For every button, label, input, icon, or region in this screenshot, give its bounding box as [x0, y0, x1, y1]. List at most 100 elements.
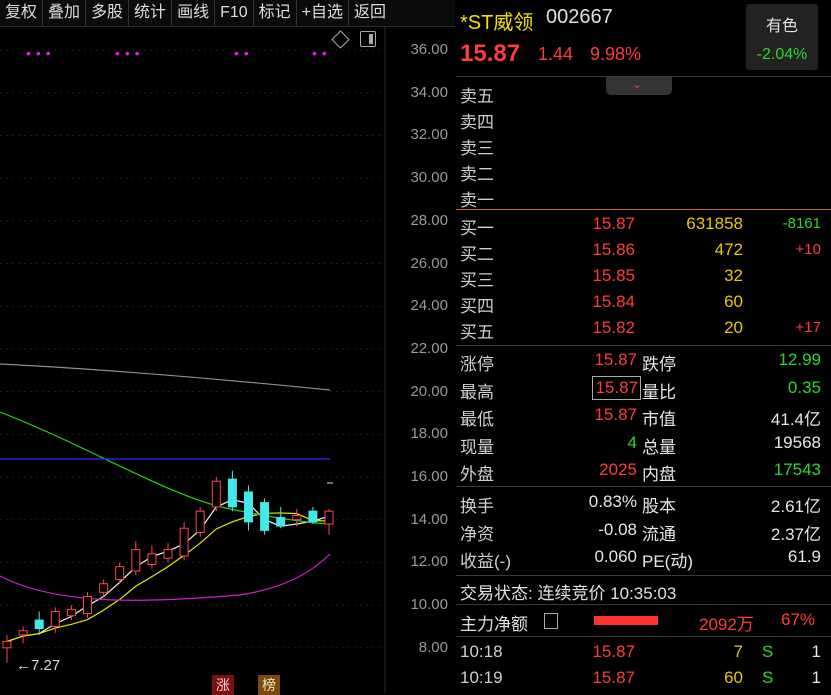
fundamentals-row: 净资 -0.08 流通 2.37亿	[456, 518, 831, 544]
low-price-label: ←7.27	[16, 657, 61, 674]
price-axis-tick: 30.00	[410, 169, 448, 187]
stats-row: 涨停 15.87 跌停 12.99	[456, 348, 831, 374]
toolbar-fuquan-button[interactable]: 复权	[0, 0, 44, 26]
sector-button[interactable]: 有色 -2.04%	[746, 4, 818, 70]
fundamental-label: PE(动)	[642, 552, 693, 571]
bid-volume: 60	[724, 292, 743, 311]
tick-row: 10:18 15.87 7 S 1	[456, 640, 831, 666]
stat-label: 现量	[460, 437, 494, 457]
bid-row[interactable]: 买三 15.85 32	[456, 264, 831, 290]
candle-body	[131, 549, 141, 572]
price-axis-tick: 8.00	[418, 638, 448, 656]
toolbar-f10-button[interactable]: F10	[215, 0, 254, 26]
stat-label: 涨停	[460, 355, 494, 374]
tick-price: 15.87	[592, 668, 635, 687]
stat-label: 最低	[460, 410, 494, 429]
bid-level-label: 买二	[460, 245, 494, 264]
toolbar-back-button[interactable]: 返回	[349, 0, 391, 26]
main-flow-bar	[594, 616, 658, 625]
price-axis-tick: 26.00	[410, 254, 448, 272]
bid-row[interactable]: 买五 15.82 20 +17	[456, 316, 831, 342]
candle-body	[50, 611, 60, 627]
candle-body	[115, 566, 125, 580]
bid-price: 15.86	[592, 240, 635, 259]
stat-value: 12.99	[778, 350, 821, 369]
tick-row: 10:19 15.87 60 S 1	[456, 666, 831, 692]
ma250-line	[0, 363, 331, 391]
kline-chart[interactable]: ••• ••• ••• ••• 36.00 34.00 32.00 30.00 28.0…	[0, 27, 456, 695]
bid-row[interactable]: 买二 15.86 472 +10	[456, 238, 831, 264]
sector-pct: -2.04%	[756, 46, 808, 63]
ask-level-label: 卖一	[460, 191, 494, 210]
menu-icon[interactable]	[544, 613, 558, 629]
signal-dots: •••	[26, 45, 56, 61]
stat-label: 外盘	[460, 465, 494, 484]
price-axis-tick: 12.00	[410, 553, 448, 571]
fundamental-value: 0.83%	[588, 492, 637, 511]
stats-row: 外盘 2025 内盘 17543	[456, 458, 831, 484]
ask-row: 卖二	[456, 158, 831, 184]
ask-level-label: 卖三	[460, 139, 494, 158]
stat-value: 15.87	[594, 350, 637, 369]
bid-volume: 20	[724, 318, 743, 337]
bid-price: 15.85	[592, 266, 635, 285]
stat-value: 15.87	[592, 375, 641, 400]
candle-body	[66, 608, 76, 617]
toolbar-overlay-button[interactable]: 叠加	[43, 0, 87, 26]
tick-side: S	[762, 668, 774, 687]
price-axis-tick: 22.00	[410, 339, 448, 357]
stat-value: 4	[627, 432, 637, 452]
tick-volume: 60	[724, 668, 743, 687]
price-axis-tick: 18.00	[410, 425, 448, 443]
ask-row: 卖一	[456, 184, 831, 210]
tick-count: 1	[811, 642, 821, 661]
stats-row: 最低 15.87 市值 41.4亿	[456, 403, 831, 429]
bid-level-label: 买一	[460, 219, 494, 238]
ma60-line	[0, 553, 331, 601]
price-axis-tick: 10.00	[410, 596, 448, 614]
candle-body	[163, 549, 173, 559]
candle-body	[34, 619, 44, 630]
bid-row[interactable]: 买四 15.84 60	[456, 290, 831, 316]
toolbar-multi-stock-button[interactable]: 多股	[86, 0, 130, 26]
current-price: 15.87	[460, 40, 521, 67]
bid-level-label: 买五	[460, 323, 494, 342]
fundamental-value: 2.37亿	[770, 524, 821, 544]
fundamental-label: 净资	[460, 524, 494, 544]
tick-time: 10:18	[460, 642, 503, 661]
price-axis-tick: 36.00	[410, 41, 448, 58]
candle-body	[2, 640, 12, 649]
fundamental-value: -0.08	[598, 519, 637, 539]
bid-price: 15.87	[592, 214, 635, 233]
toolbar-add-watchlist-button[interactable]: +自选	[297, 0, 350, 26]
bid-row[interactable]: 买一 15.87 631858 -8161	[456, 212, 831, 238]
bid-price: 15.84	[592, 292, 635, 311]
price-change-pct: 9.98%	[590, 44, 642, 64]
stats-row: 现量 4 总量 19568	[456, 431, 831, 457]
trade-status: 交易状态: 连续竞价 10:35:03	[460, 584, 677, 603]
rank-list-tag[interactable]: 榜	[258, 675, 280, 695]
stat-label: 跌停	[642, 355, 676, 374]
ask-row: 卖五	[456, 80, 831, 106]
fundamental-label: 股本	[642, 497, 676, 516]
stat-value: 41.4亿	[770, 410, 821, 429]
panel-toggle-icon[interactable]	[360, 31, 376, 47]
tick-side: S	[762, 642, 774, 661]
bid-level-label: 买三	[460, 271, 494, 290]
bid-volume: 631858	[686, 214, 743, 233]
toolbar-draw-line-button[interactable]: 画线	[172, 0, 216, 26]
main-flow-label: 主力净额	[460, 615, 528, 634]
price-axis-tick: 32.00	[410, 126, 448, 144]
toolbar-stats-button[interactable]: 统计	[129, 0, 173, 26]
price-axis-tick: 14.00	[410, 510, 448, 528]
signal-dots: •••	[115, 45, 145, 61]
stat-label: 总量	[642, 437, 676, 457]
stat-value: 0.35	[787, 377, 821, 397]
stat-value: 2025	[599, 460, 637, 479]
stat-value: 17543	[773, 460, 821, 479]
tick-price: 15.87	[592, 642, 635, 661]
tick-volume: 7	[733, 642, 743, 661]
limit-up-tag[interactable]: 涨	[212, 675, 234, 695]
toolbar-mark-button[interactable]: 标记	[254, 0, 297, 26]
sector-name: 有色	[765, 18, 798, 35]
